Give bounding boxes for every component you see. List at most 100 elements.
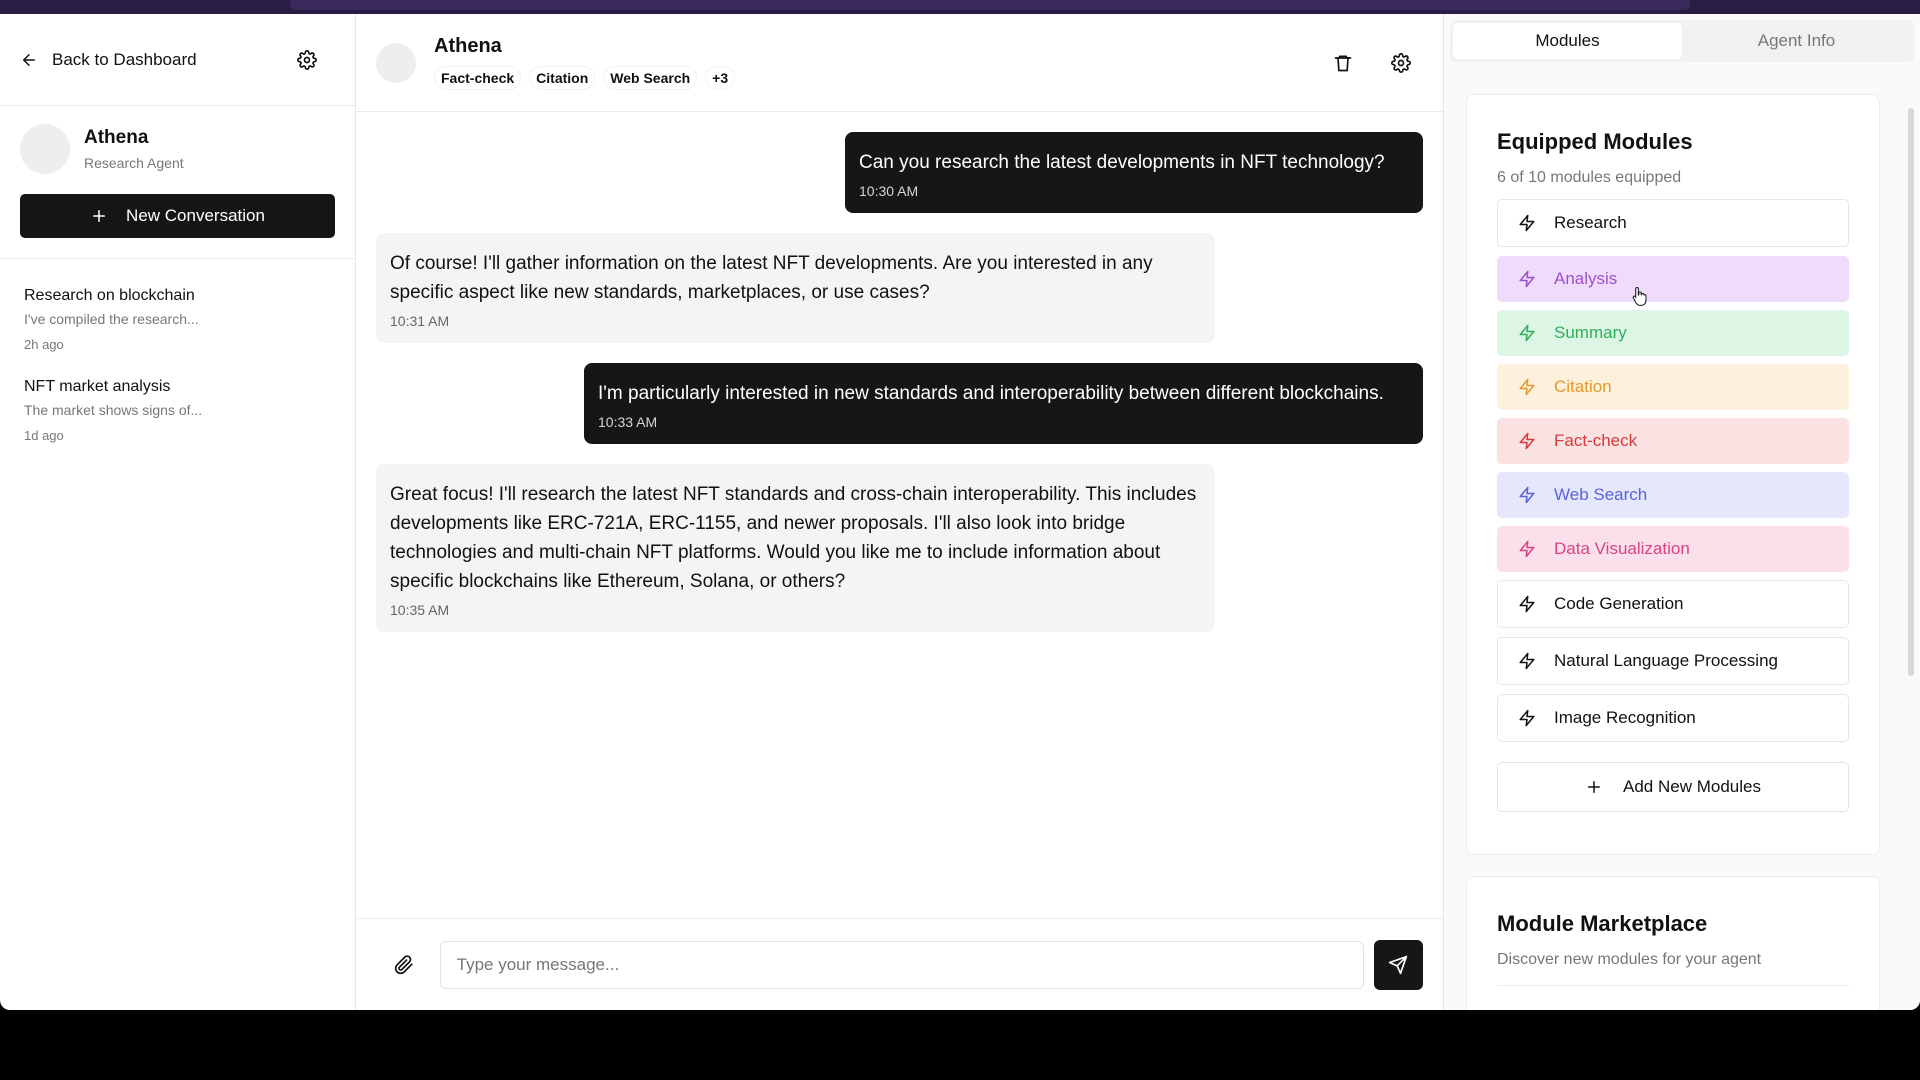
conversation-item[interactable]: Research on blockchain I've compiled the… (0, 275, 355, 366)
chat-header-actions (1329, 49, 1423, 77)
agent-name: Athena (84, 127, 149, 148)
more-tags-badge[interactable]: +3 (705, 66, 736, 90)
add-new-modules-label: Add New Modules (1623, 777, 1761, 796)
message-list: Can you research the latest developments… (356, 112, 1443, 1010)
module-item[interactable]: Fact-check (1497, 418, 1849, 464)
send-icon (1389, 955, 1408, 974)
chat-settings-button[interactable] (1387, 49, 1415, 77)
module-item[interactable]: Research (1497, 199, 1849, 247)
message-time: 10:31 AM (390, 313, 450, 329)
sidebar-header: Back to Dashboard (0, 14, 355, 106)
message-text: I'm particularly interested in new stand… (598, 383, 1384, 404)
conversation-time: 1d ago (24, 428, 64, 443)
module-tags: Fact-check Citation Web Search +3 (434, 66, 736, 90)
conversation-title: NFT market analysis (24, 378, 171, 395)
module-list: Research Analysis Summary Citation Fact-chec… (1497, 199, 1849, 742)
module-item[interactable]: Image Recognition (1497, 694, 1849, 742)
chat-header: Athena Fact-check Citation Web Search +3 (356, 14, 1443, 112)
agent-message: Of course! I'll gather information on th… (376, 233, 1215, 343)
back-to-dashboard-link[interactable]: Back to Dashboard (20, 50, 197, 70)
user-message: I'm particularly interested in new stand… (584, 363, 1423, 444)
back-to-dashboard-label: Back to Dashboard (52, 49, 197, 69)
module-label: Code Generation (1554, 594, 1684, 613)
conversation-item[interactable]: NFT market analysis The market shows sig… (0, 366, 355, 457)
add-new-modules-button[interactable]: Add New Modules (1497, 762, 1849, 812)
hand-cursor-icon (1632, 286, 1647, 306)
sidebar: Back to Dashboard Athena Research Agent … (0, 14, 356, 1010)
module-item[interactable]: Citation (1497, 364, 1849, 410)
lightning-icon (1519, 324, 1535, 342)
module-item[interactable]: Analysis (1497, 256, 1849, 302)
lightning-icon (1519, 709, 1535, 727)
chat-agent-name: Athena (434, 35, 502, 57)
user-message: Can you research the latest developments… (845, 132, 1423, 213)
panel-scrollbar[interactable] (1908, 108, 1914, 676)
module-item[interactable]: Data Visualization (1497, 526, 1849, 572)
equipped-modules-card: Equipped Modules 6 of 10 modules equippe… (1466, 94, 1880, 855)
attach-button[interactable] (386, 947, 422, 983)
paperclip-icon (394, 954, 413, 974)
module-label: Fact-check (1554, 431, 1638, 450)
lightning-icon (1519, 486, 1535, 504)
modules-panel: Modules Agent Info Equipped Modules 6 of… (1444, 14, 1920, 1010)
gear-icon (297, 49, 317, 70)
module-label: Data Visualization (1554, 539, 1690, 558)
lightning-icon (1519, 214, 1535, 232)
trash-icon (1334, 55, 1352, 71)
module-label: Citation (1554, 377, 1612, 396)
module-tag: Web Search (603, 66, 698, 90)
marketplace-title: Module Marketplace (1497, 911, 1708, 936)
lightning-icon (1519, 595, 1535, 613)
lightning-icon (1519, 540, 1535, 558)
message-text: Can you research the latest developments… (859, 152, 1385, 173)
module-label: Web Search (1554, 485, 1648, 504)
chat-agent-avatar (376, 42, 416, 83)
agent-avatar (20, 124, 70, 174)
app-window: Back to Dashboard Athena Research Agent … (0, 14, 1920, 1010)
chat-area: Athena Fact-check Citation Web Search +3 (356, 14, 1444, 1010)
agent-summary: Athena Research Agent (20, 124, 335, 174)
panel-tabs: Modules Agent Info (1450, 20, 1914, 62)
agent-card: Athena Research Agent New Conversation (0, 106, 355, 259)
delete-conversation-button[interactable] (1329, 49, 1357, 77)
conversation-snippet: The market shows signs of... (24, 402, 203, 418)
module-tag: Fact-check (434, 66, 522, 90)
message-time: 10:30 AM (859, 183, 919, 199)
conversation-list: Research on blockchain I've compiled the… (0, 259, 355, 457)
conversation-snippet: I've compiled the research... (24, 311, 199, 327)
module-marketplace-card: Module Marketplace Discover new modules … (1466, 876, 1880, 1010)
message-time: 10:33 AM (598, 414, 658, 430)
conversation-title: Research on blockchain (24, 287, 195, 304)
new-conversation-label: New Conversation (126, 206, 265, 225)
message-text: Of course! I'll gather information on th… (390, 253, 1153, 303)
message-time: 10:35 AM (390, 602, 450, 618)
new-conversation-button[interactable]: New Conversation (20, 194, 335, 238)
tab-modules[interactable]: Modules (1453, 23, 1682, 59)
plus-icon (1588, 781, 1601, 793)
module-item[interactable]: Web Search (1497, 472, 1849, 518)
module-label: Summary (1554, 323, 1627, 342)
sidebar-settings-button[interactable] (293, 46, 321, 74)
module-label: Research (1554, 213, 1627, 232)
lightning-icon (1519, 378, 1535, 396)
agent-message: Great focus! I'll research the latest NF… (376, 464, 1215, 632)
lightning-icon (1519, 652, 1535, 670)
module-label: Analysis (1554, 269, 1618, 288)
lightning-icon (1519, 432, 1535, 450)
message-text: Great focus! I'll research the latest NF… (390, 484, 1197, 592)
gear-icon (1391, 52, 1411, 73)
marketplace-subtitle: Discover new modules for your agent (1497, 951, 1762, 968)
marketplace-item[interactable] (1497, 985, 1849, 991)
equipped-modules-title: Equipped Modules (1497, 129, 1693, 154)
message-composer (356, 918, 1443, 1010)
module-item[interactable]: Summary (1497, 310, 1849, 356)
arrow-left-icon (23, 53, 35, 66)
module-item[interactable]: Code Generation (1497, 580, 1849, 628)
message-input[interactable] (439, 940, 1364, 989)
tab-agent-info[interactable]: Agent Info (1682, 23, 1911, 59)
module-label: Image Recognition (1554, 708, 1696, 727)
send-button[interactable] (1373, 939, 1424, 990)
module-item[interactable]: Natural Language Processing (1497, 637, 1849, 685)
window-top-strip (0, 0, 1920, 14)
module-tag: Citation (529, 66, 596, 90)
